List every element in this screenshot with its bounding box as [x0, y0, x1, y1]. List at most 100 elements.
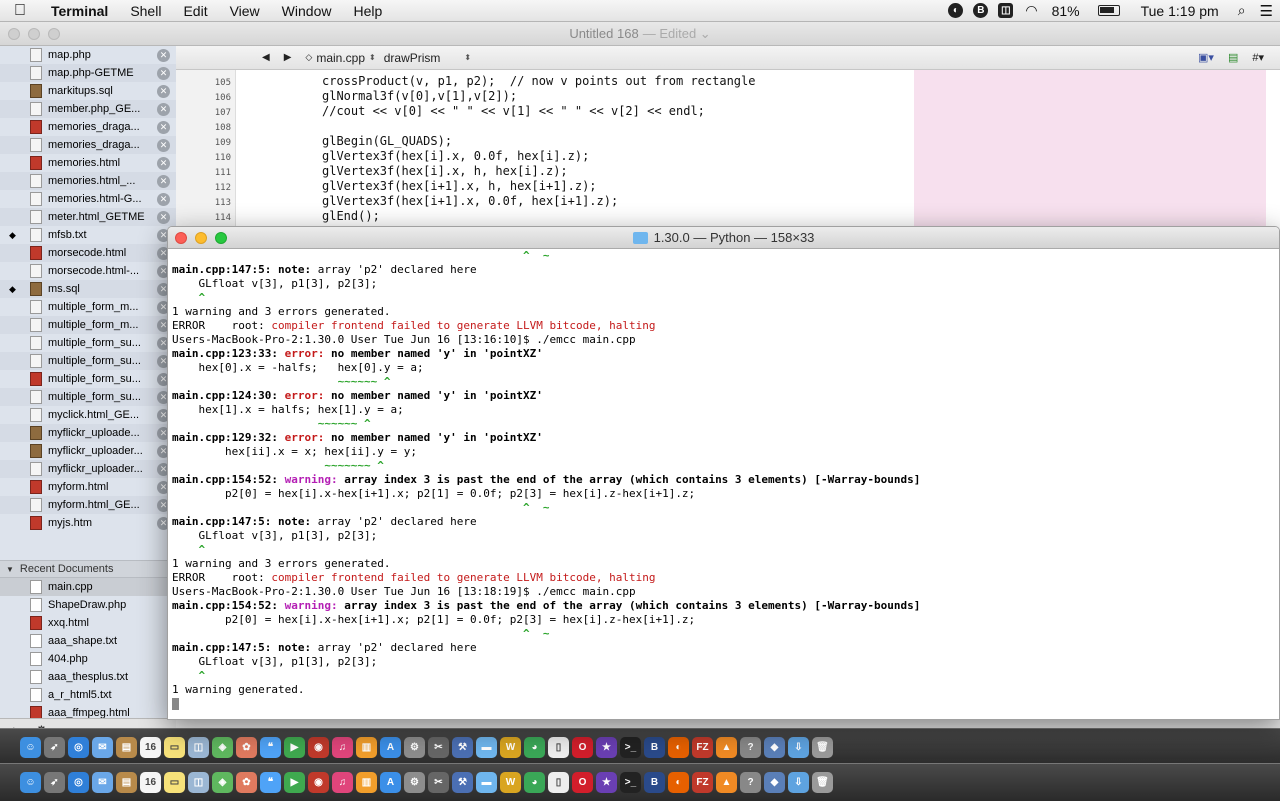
maps-icon[interactable]: ◈	[212, 772, 233, 793]
textedit-icon[interactable]: ▯	[548, 772, 569, 793]
split-view-icon[interactable]: ▤	[1228, 51, 1238, 64]
safari-icon[interactable]: ◎	[68, 772, 89, 793]
help-icon[interactable]: ?	[740, 772, 761, 793]
file-popup[interactable]: ◇ main.cpp ⬍	[305, 51, 375, 65]
clock[interactable]: Tue 1:19 pm	[1127, 3, 1226, 19]
file-list-item[interactable]: myform.html_GE... ✕	[0, 496, 176, 514]
counterpart-menu-icon[interactable]: #▾	[1252, 51, 1264, 64]
close-document-icon[interactable]: ✕	[157, 139, 170, 152]
recent-documents-header[interactable]: ▼ Recent Documents	[0, 560, 176, 578]
messages-icon[interactable]: ❝	[260, 737, 281, 758]
calendar-icon[interactable]: 16	[140, 737, 161, 758]
safari-icon[interactable]: ◎	[68, 737, 89, 758]
appstore-icon[interactable]: A	[380, 772, 401, 793]
appstore-icon[interactable]: A	[380, 737, 401, 758]
file-list-item[interactable]: ◆ ms.sql ✕	[0, 280, 176, 298]
imovie-icon[interactable]: ★	[596, 737, 617, 758]
file-list-item[interactable]: meter.html_GETME ✕	[0, 208, 176, 226]
terminal-icon[interactable]: >_	[620, 737, 641, 758]
system-preferences-icon[interactable]: ⚙	[404, 772, 425, 793]
xcode-icon[interactable]: ⚒	[452, 737, 473, 758]
opera-icon[interactable]: O	[572, 772, 593, 793]
file-list-item[interactable]: memories_draga... ✕	[0, 118, 176, 136]
file-list-item[interactable]: multiple_form_su... ✕	[0, 370, 176, 388]
facetime-icon[interactable]: ▶	[284, 737, 305, 758]
vlc-icon[interactable]: ▲	[716, 737, 737, 758]
editor-minimize-button[interactable]	[28, 28, 40, 40]
mail-icon[interactable]: ✉	[92, 772, 113, 793]
vlc-icon[interactable]: ▲	[716, 772, 737, 793]
calendar-icon[interactable]: 16	[140, 772, 161, 793]
close-document-icon[interactable]: ✕	[157, 85, 170, 98]
firefox-icon[interactable]: ◐	[668, 737, 689, 758]
virtualbox-icon[interactable]: ◆	[764, 737, 785, 758]
file-list-item[interactable]: myjs.htm ✕	[0, 514, 176, 532]
file-list-item[interactable]: myflickr_uploader... ✕	[0, 460, 176, 478]
recent-document-item[interactable]: 404.php	[0, 650, 176, 668]
status-menu-icon[interactable]: ◐	[948, 3, 964, 18]
messages-icon[interactable]: ❝	[260, 772, 281, 793]
contacts-icon[interactable]: ▤	[116, 737, 137, 758]
recent-document-item[interactable]: aaa_thesplus.txt	[0, 668, 176, 686]
downloads-icon[interactable]: ⇩	[788, 772, 809, 793]
terminal-zoom-button[interactable]	[215, 232, 227, 244]
notification-center-icon[interactable]: ☰	[1253, 2, 1280, 20]
virtualbox-icon[interactable]: ◆	[764, 772, 785, 793]
mail-icon[interactable]: ✉	[92, 737, 113, 758]
launchpad-icon[interactable]: ➶	[44, 772, 65, 793]
app-menu-icon[interactable]: ◫	[998, 3, 1014, 18]
file-list-item[interactable]: memories.html-G... ✕	[0, 190, 176, 208]
bbedit-menu-icon[interactable]: B	[973, 3, 989, 18]
file-list-item[interactable]: myclick.html_GE... ✕	[0, 406, 176, 424]
recent-document-item[interactable]: a_r_html5.txt	[0, 686, 176, 704]
bbedit-icon[interactable]: B	[644, 737, 665, 758]
finder-icon[interactable]: ☺	[20, 737, 41, 758]
ibooks-icon[interactable]: ▥	[356, 737, 377, 758]
recent-document-item[interactable]: ShapeDraw.php	[0, 596, 176, 614]
photos-icon[interactable]: ✿	[236, 772, 257, 793]
ftp-icon[interactable]: FZ	[692, 737, 713, 758]
folder-icon[interactable]: ▬	[476, 772, 497, 793]
close-document-icon[interactable]: ✕	[157, 67, 170, 80]
textedit-icon[interactable]: ▯	[548, 737, 569, 758]
photobooth-icon[interactable]: ◉	[308, 737, 329, 758]
bbedit-icon[interactable]: B	[644, 772, 665, 793]
file-list-item[interactable]: morsecode.html-... ✕	[0, 262, 176, 280]
contacts-icon[interactable]: ▤	[116, 772, 137, 793]
terminal-output[interactable]: ^ ~ main.cpp:147:5: note: array 'p2' decl…	[172, 249, 1272, 711]
terminal-icon[interactable]: >_	[620, 772, 641, 793]
itunes-icon[interactable]: ♫	[332, 772, 353, 793]
photos-icon[interactable]: ✿	[236, 737, 257, 758]
itunes-icon[interactable]: ♫	[332, 737, 353, 758]
file-list-item[interactable]: myflickr_uploader... ✕	[0, 442, 176, 460]
close-document-icon[interactable]: ✕	[157, 175, 170, 188]
forward-arrow-icon[interactable]: ▶	[284, 52, 292, 63]
trash-icon[interactable]: 🗑	[812, 737, 833, 758]
menu-view[interactable]: View	[219, 3, 271, 19]
finder-icon[interactable]: ☺	[20, 772, 41, 793]
editor-zoom-button[interactable]	[48, 28, 60, 40]
file-list-item[interactable]: member.php_GE... ✕	[0, 100, 176, 118]
recent-document-item[interactable]: aaa_ffmpeg.html	[0, 704, 176, 718]
file-list-item[interactable]: memories.html_... ✕	[0, 172, 176, 190]
help-icon[interactable]: ?	[740, 737, 761, 758]
notes-icon[interactable]: ▭	[164, 772, 185, 793]
menu-help[interactable]: Help	[342, 3, 393, 19]
file-list-item[interactable]: markitups.sql ✕	[0, 82, 176, 100]
firefox-icon[interactable]: ◐	[668, 772, 689, 793]
disclosure-triangle-icon[interactable]: ▼	[6, 565, 14, 574]
close-document-icon[interactable]: ✕	[157, 193, 170, 206]
close-document-icon[interactable]: ✕	[157, 157, 170, 170]
trash-icon[interactable]: 🗑	[812, 772, 833, 793]
menu-edit[interactable]: Edit	[172, 3, 218, 19]
close-document-icon[interactable]: ✕	[157, 211, 170, 224]
spotlight-search-icon[interactable]: ⌕	[1226, 2, 1253, 19]
terminal-minimize-button[interactable]	[195, 232, 207, 244]
close-document-icon[interactable]: ✕	[157, 103, 170, 116]
file-list-item[interactable]: multiple_form_m... ✕	[0, 316, 176, 334]
file-list-item[interactable]: memories.html ✕	[0, 154, 176, 172]
file-list-item[interactable]: multiple_form_su... ✕	[0, 388, 176, 406]
battery-icon[interactable]	[1087, 5, 1127, 16]
photobooth-icon[interactable]: ◉	[308, 772, 329, 793]
wifi-icon[interactable]: ◠	[1018, 2, 1044, 19]
